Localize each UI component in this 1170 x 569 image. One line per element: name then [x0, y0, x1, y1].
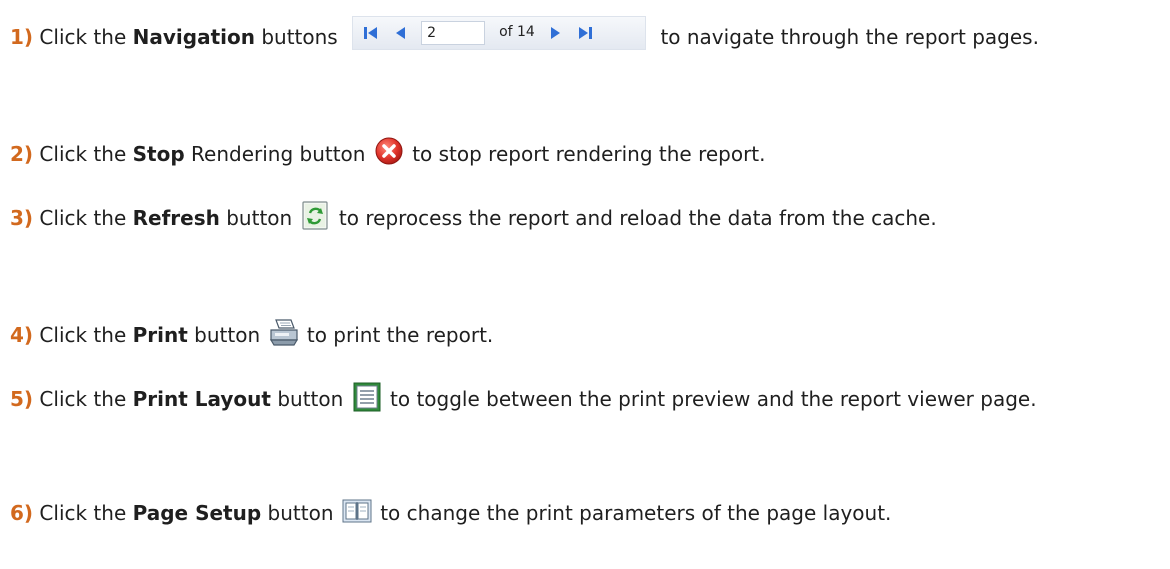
step-6: 6) Click the Page Setup button to change… [10, 494, 1158, 533]
step-text: to print the report. [306, 323, 494, 347]
last-page-icon [575, 23, 595, 43]
step-text: button [277, 387, 344, 411]
navigation-toolbar: 2 of 14 [352, 15, 647, 50]
step-text: button [267, 501, 334, 525]
step-bold-term: Page Setup [132, 501, 262, 525]
step-number: 4) [10, 323, 34, 347]
step-bold-term: Print [132, 323, 188, 347]
step-text: buttons [261, 25, 338, 49]
step-text: button [194, 323, 261, 347]
print-layout-icon [350, 380, 384, 414]
step-text: to change the print parameters of the pa… [380, 501, 892, 525]
step-text: Click the [39, 25, 127, 49]
step-bold-term: Refresh [132, 206, 220, 230]
step-text: to stop report rendering the report. [412, 142, 766, 166]
printer-icon [267, 316, 301, 350]
step-text: to reprocess the report and reload the d… [338, 206, 937, 230]
step-4: 4) Click the Print button to print the r… [10, 316, 1158, 355]
step-text: to navigate through the report pages. [660, 25, 1039, 49]
next-page-icon [545, 23, 565, 43]
step-number: 6) [10, 501, 34, 525]
step-bold-term: Navigation [132, 25, 255, 49]
step-bold-term: Print Layout [132, 387, 271, 411]
step-text: Click the [39, 323, 127, 347]
step-text: Click the [39, 206, 127, 230]
page-count-label: of 14 [499, 24, 535, 40]
step-text: to toggle between the print preview and … [390, 387, 1037, 411]
first-page-icon [361, 23, 381, 43]
instruction-list: 1) Click the Navigation buttons 2 of 14 … [0, 0, 1170, 569]
step-3: 3) Click the Refresh button to reprocess… [10, 199, 1158, 238]
step-number: 5) [10, 387, 34, 411]
step-number: 3) [10, 206, 34, 230]
page-number-field: 2 [421, 20, 486, 45]
stop-icon [372, 135, 406, 169]
step-1: 1) Click the Navigation buttons 2 of 14 … [10, 15, 1158, 57]
step-text: Rendering button [191, 142, 366, 166]
step-text: button [226, 206, 293, 230]
step-text: Click the [39, 142, 127, 166]
step-text: Click the [39, 501, 127, 525]
step-number: 1) [10, 25, 34, 49]
step-5: 5) Click the Print Layout button to togg… [10, 380, 1158, 419]
page-setup-icon [340, 494, 374, 528]
previous-page-icon [391, 23, 411, 43]
step-text: Click the [39, 387, 127, 411]
step-2: 2) Click the Stop Rendering button to st… [10, 135, 1158, 174]
step-number: 2) [10, 142, 34, 166]
step-bold-term: Stop [132, 142, 185, 166]
refresh-icon [299, 199, 333, 233]
